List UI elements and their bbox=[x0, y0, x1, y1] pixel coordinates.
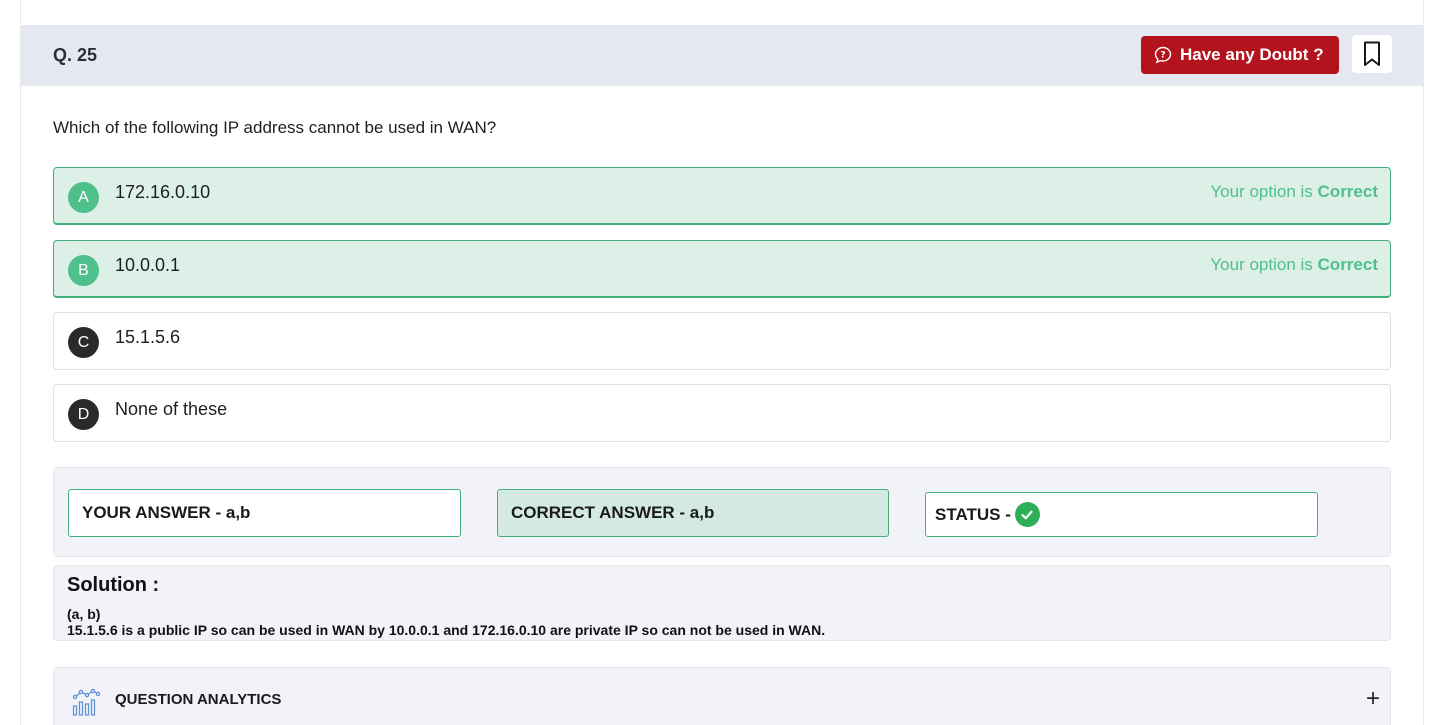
question-text: Which of the following IP address cannot… bbox=[53, 118, 497, 137]
have-doubt-button[interactable]: ? Have any Doubt ? bbox=[1141, 36, 1339, 74]
option-b[interactable]: B 10.0.0.1 Your option is Correct bbox=[53, 240, 1391, 298]
svg-text:?: ? bbox=[1160, 51, 1165, 61]
bookmark-button[interactable] bbox=[1352, 35, 1392, 73]
answer-summary: YOUR ANSWER - a,b CORRECT ANSWER - a,b S… bbox=[53, 467, 1391, 557]
option-text: 172.16.0.10 bbox=[115, 182, 211, 202]
correct-answer-box: CORRECT ANSWER - a,b bbox=[497, 489, 889, 537]
question-card: Q. 25 ? Have any Doubt ? Which of the fo… bbox=[20, 0, 1424, 725]
option-d[interactable]: D None of these bbox=[53, 384, 1391, 442]
solution-answer: (a, b) bbox=[67, 606, 101, 622]
question-analytics-panel[interactable]: QUESTION ANALYTICS + bbox=[53, 667, 1391, 725]
question-header: Q. 25 ? Have any Doubt ? bbox=[21, 25, 1424, 86]
option-letter: D bbox=[68, 399, 99, 430]
question-number: Q. 25 bbox=[53, 45, 98, 65]
option-letter: A bbox=[68, 182, 99, 213]
status-box: STATUS - bbox=[925, 492, 1318, 537]
solution-title: Solution : bbox=[67, 574, 160, 596]
expand-icon[interactable]: + bbox=[1366, 685, 1380, 713]
option-letter: B bbox=[68, 255, 99, 286]
option-letter: C bbox=[68, 327, 99, 358]
analytics-icon bbox=[72, 688, 101, 716]
option-text: 10.0.0.1 bbox=[115, 255, 181, 275]
option-status: Your option is Correct bbox=[1210, 255, 1378, 274]
option-a[interactable]: A 172.16.0.10 Your option is Correct bbox=[53, 167, 1391, 225]
doubt-icon: ? bbox=[1154, 46, 1172, 64]
option-text: 15.1.5.6 bbox=[115, 327, 181, 347]
your-answer-box: YOUR ANSWER - a,b bbox=[68, 489, 461, 537]
option-text: None of these bbox=[115, 399, 228, 419]
solution-panel: Solution : (a, b) 15.1.5.6 is a public I… bbox=[53, 565, 1391, 641]
check-circle-icon bbox=[1014, 502, 1040, 527]
analytics-label: QUESTION ANALYTICS bbox=[115, 691, 282, 708]
status-label: STATUS - bbox=[935, 504, 1011, 524]
option-c[interactable]: C 15.1.5.6 bbox=[53, 312, 1391, 370]
option-status: Your option is Correct bbox=[1210, 182, 1378, 201]
solution-explanation: 15.1.5.6 is a public IP so can be used i… bbox=[67, 622, 826, 638]
have-doubt-label: Have any Doubt ? bbox=[1180, 45, 1324, 64]
bookmark-icon bbox=[1363, 41, 1381, 67]
